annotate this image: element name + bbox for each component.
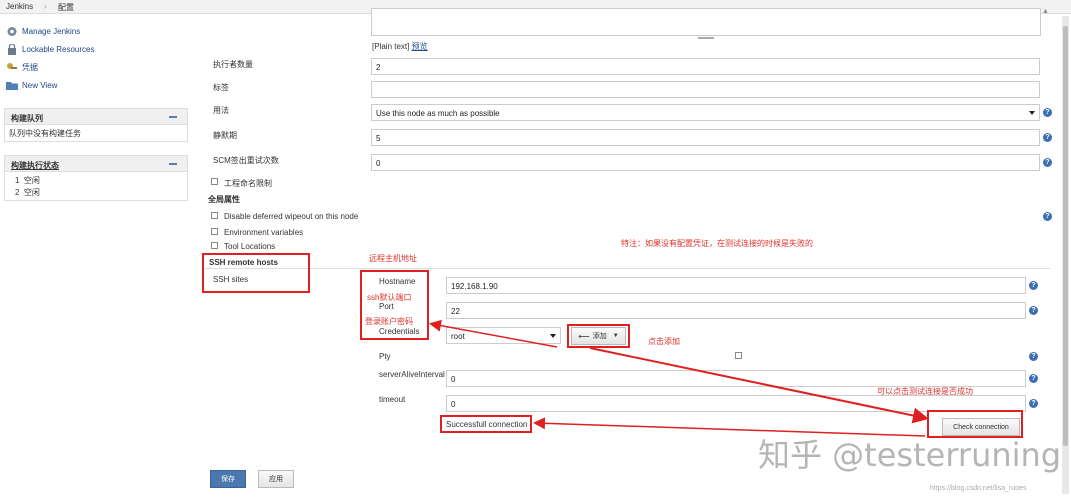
arrow-add-to-credentials	[429, 319, 558, 348]
watermark-zhihu: 知乎 @testerruning	[758, 436, 1062, 474]
apply-button[interactable]: 应用	[258, 470, 294, 488]
page-scrollbar[interactable]	[1062, 16, 1069, 494]
scrollbar-thumb[interactable]	[1063, 26, 1068, 446]
watermark-url: https://blog.csdn.net/lisa_ruoes	[930, 485, 1027, 492]
save-button[interactable]: 保存	[210, 470, 246, 488]
arrow-add-to-check	[589, 347, 929, 424]
annotation-arrows	[429, 319, 929, 437]
